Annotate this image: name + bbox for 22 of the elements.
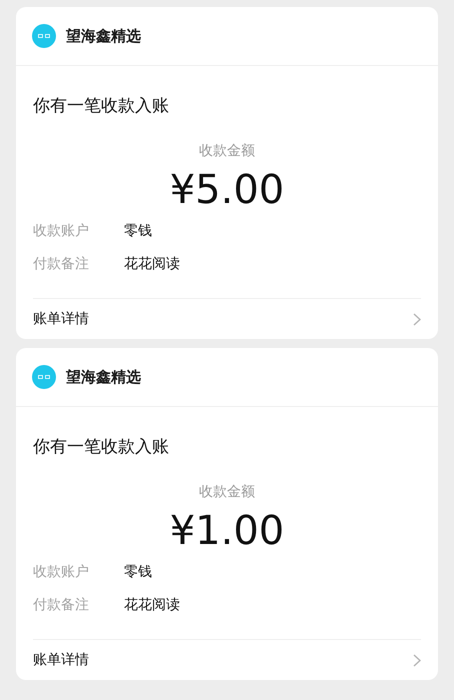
message-title: 你有一笔收款入账 [33,95,170,118]
field-label: 收款账户 [33,562,90,580]
field-value: 零钱 [124,562,152,580]
details-link[interactable]: 账单详情 [33,651,89,669]
field-label: 付款备注 [33,596,90,614]
chevron-right-icon [413,654,421,666]
amount-value: ¥5.00 [168,166,286,214]
merchant-name: 望海鑫精选 [66,26,141,46]
chevron-right-icon [413,312,421,326]
amount-value: ¥1.00 [168,507,286,555]
message-title: 你有一笔收款入账 [33,436,170,459]
amount-label: 收款金额 [198,483,256,501]
merchant-name: 望海鑫精选 [66,368,141,386]
field-value: 花花阅读 [124,254,180,272]
merchant-logo-icon [32,365,56,389]
field-label: 收款账户 [33,222,90,240]
amount-label: 收款金额 [198,142,256,160]
details-link[interactable]: 账单详情 [33,310,89,328]
field-value: 零钱 [124,222,152,240]
merchant-logo-icon [32,24,56,48]
field-value: 花花阅读 [124,596,180,614]
field-label: 付款备注 [33,254,90,272]
